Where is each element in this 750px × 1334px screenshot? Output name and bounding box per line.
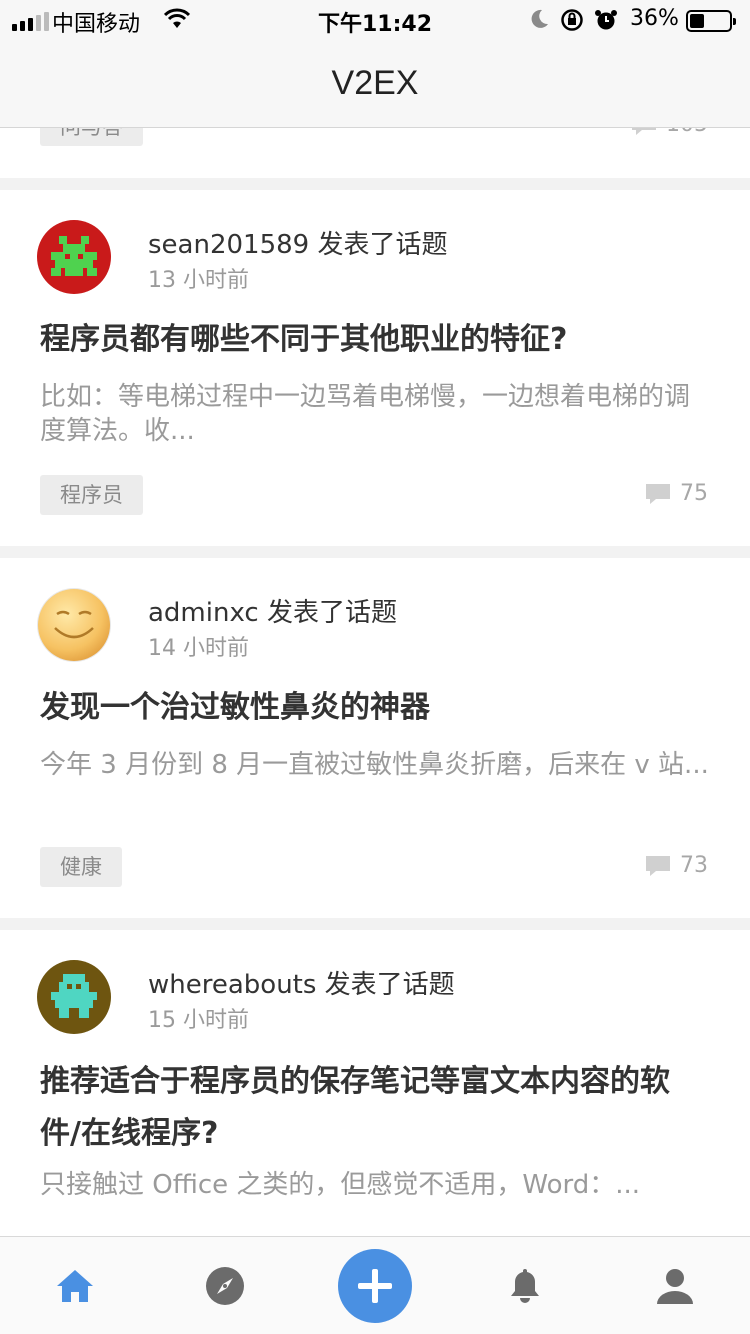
- new-topic-button[interactable]: [338, 1249, 412, 1323]
- bell-icon: [511, 1269, 539, 1303]
- time-ago: 13 小时前: [148, 268, 249, 293]
- screen: 问与答 105: [0, 0, 750, 1334]
- topic-title[interactable]: 程序员都有哪些不同于其他职业的特征?: [40, 318, 710, 362]
- topic-card[interactable]: sean201589 发表了话题 13 小时前 程序员都有哪些不同于其他职业的特…: [0, 190, 750, 546]
- node-tag[interactable]: 健康: [40, 847, 122, 887]
- comment-count: 73: [644, 853, 708, 878]
- tab-discover[interactable]: [180, 1237, 270, 1334]
- topic-card[interactable]: whereabouts 发表了话题 15 小时前 推荐适合于程序员的保存笔记等富…: [0, 930, 750, 1250]
- avatar[interactable]: [37, 588, 111, 662]
- battery-percent: 36%: [630, 6, 679, 31]
- comment-count-value: 75: [680, 481, 708, 506]
- node-tag[interactable]: 程序员: [40, 475, 143, 515]
- time-ago: 15 小时前: [148, 1008, 249, 1033]
- topic-title[interactable]: 推荐适合于程序员的保存笔记等富文本内容的软件/在线程序?: [40, 1056, 710, 1160]
- page-title: V2EX: [331, 64, 419, 102]
- add-icon: [358, 1269, 392, 1303]
- topic-excerpt: 只接触过 Office 之类的，但感觉不适用，Word：...: [40, 1170, 641, 1200]
- battery-icon: [686, 10, 736, 32]
- rotation-lock-icon: [561, 9, 583, 31]
- tab-notifications[interactable]: [480, 1237, 570, 1334]
- comment-count-value: 73: [680, 853, 708, 878]
- topic-title[interactable]: 发现一个治过敏性鼻炎的神器: [40, 686, 710, 730]
- time-ago: 14 小时前: [148, 636, 249, 661]
- tab-home[interactable]: [30, 1237, 120, 1334]
- topic-card[interactable]: adminxc 发表了话题 14 小时前 发现一个治过敏性鼻炎的神器 今年 3 …: [0, 558, 750, 918]
- author-line[interactable]: whereabouts 发表了话题: [148, 964, 455, 1001]
- comment-count: 75: [644, 481, 708, 506]
- tab-profile[interactable]: [630, 1237, 720, 1334]
- compass-icon: [206, 1267, 244, 1305]
- comment-icon: [646, 855, 670, 876]
- comment-icon: [646, 483, 670, 504]
- author-line[interactable]: sean201589 发表了话题: [148, 224, 447, 261]
- author-line[interactable]: adminxc 发表了话题: [148, 592, 397, 629]
- user-icon: [657, 1269, 693, 1304]
- tab-bar: [0, 1236, 750, 1334]
- top-bar: 中国移动 下午11:42 36% V2EX: [0, 0, 750, 128]
- topic-excerpt: 比如：等电梯过程中一边骂着电梯慢，一边想着电梯的调度算法。收...: [40, 382, 691, 446]
- home-icon: [57, 1270, 93, 1302]
- moon-icon: [531, 9, 548, 28]
- alarm-icon: [595, 10, 617, 30]
- avatar[interactable]: [37, 220, 111, 294]
- topic-excerpt: 今年 3 月份到 8 月一直被过敏性鼻炎折磨，后来在 v 站...: [40, 750, 709, 780]
- avatar[interactable]: [37, 960, 111, 1034]
- status-bar: 中国移动 下午11:42 36%: [0, 0, 750, 40]
